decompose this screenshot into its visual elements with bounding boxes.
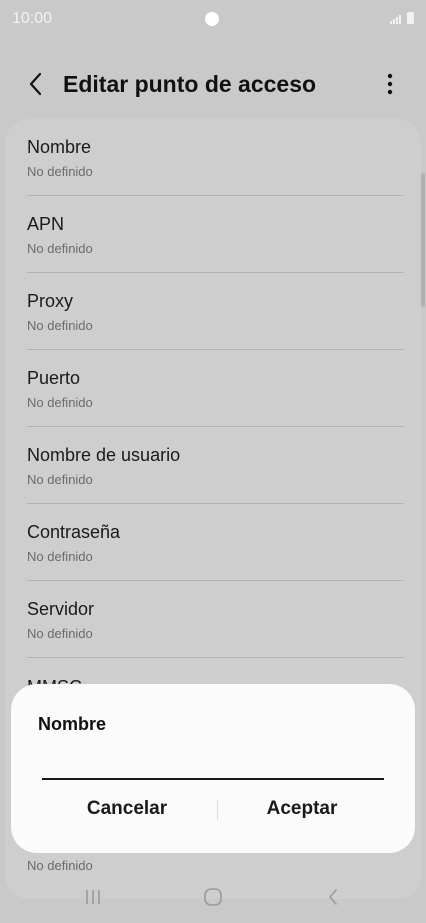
camera-cutout: [205, 12, 219, 26]
scrollbar[interactable]: [421, 173, 425, 307]
list-item-servidor[interactable]: Servidor No definido: [27, 581, 404, 658]
item-value: No definido: [27, 395, 93, 410]
home-button[interactable]: [193, 881, 233, 913]
item-title: Contraseña: [27, 522, 121, 542]
page-title: Editar punto de acceso: [63, 71, 317, 97]
app-bar: Editar punto de acceso: [0, 60, 426, 108]
item-value: No definido: [27, 549, 93, 564]
list-item-proxy[interactable]: Proxy No definido: [27, 273, 404, 350]
more-options-button[interactable]: [374, 68, 406, 100]
name-input[interactable]: [42, 750, 384, 780]
chevron-left-icon: [29, 72, 42, 96]
recents-button[interactable]: [73, 881, 113, 913]
back-button[interactable]: [20, 68, 52, 100]
status-icons: [390, 12, 414, 24]
accept-button[interactable]: Aceptar: [212, 789, 392, 829]
signal-icon: [390, 15, 401, 24]
navigation-bar: [0, 873, 426, 923]
dialog-title: Nombre: [38, 714, 107, 734]
item-title: APN: [27, 214, 65, 234]
item-value: No definido: [27, 472, 93, 487]
list-item-nombre[interactable]: Nombre No definido: [27, 119, 404, 196]
cancel-button[interactable]: Cancelar: [37, 789, 217, 829]
item-title: Nombre de usuario: [27, 445, 181, 465]
status-time: 10:00: [12, 10, 53, 27]
status-bar: 10:00: [0, 0, 426, 40]
item-title: Puerto: [27, 368, 81, 388]
item-title: Proxy: [27, 291, 74, 311]
list-item-puerto[interactable]: Puerto No definido: [27, 350, 404, 427]
list-item-nombre-usuario[interactable]: Nombre de usuario No definido: [27, 427, 404, 504]
item-value: No definido: [27, 164, 93, 179]
edit-name-dialog: Nombre Cancelar Aceptar: [11, 684, 415, 853]
home-icon: [204, 888, 222, 906]
list-item-value-partial: No definido: [27, 858, 93, 870]
item-title: Servidor: [27, 599, 95, 619]
recents-icon: [86, 890, 100, 904]
back-icon: [329, 889, 337, 905]
item-value: No definido: [27, 318, 93, 333]
list-item-contrasena[interactable]: Contraseña No definido: [27, 504, 404, 581]
item-title: Nombre: [27, 137, 92, 157]
list-item-apn[interactable]: APN No definido: [27, 196, 404, 273]
dialog-actions: Cancelar Aceptar: [11, 789, 415, 829]
battery-icon: [407, 12, 414, 24]
item-value: No definido: [27, 626, 93, 641]
more-vertical-icon: [387, 73, 393, 95]
nav-back-button[interactable]: [313, 881, 353, 913]
item-value: No definido: [27, 241, 93, 256]
